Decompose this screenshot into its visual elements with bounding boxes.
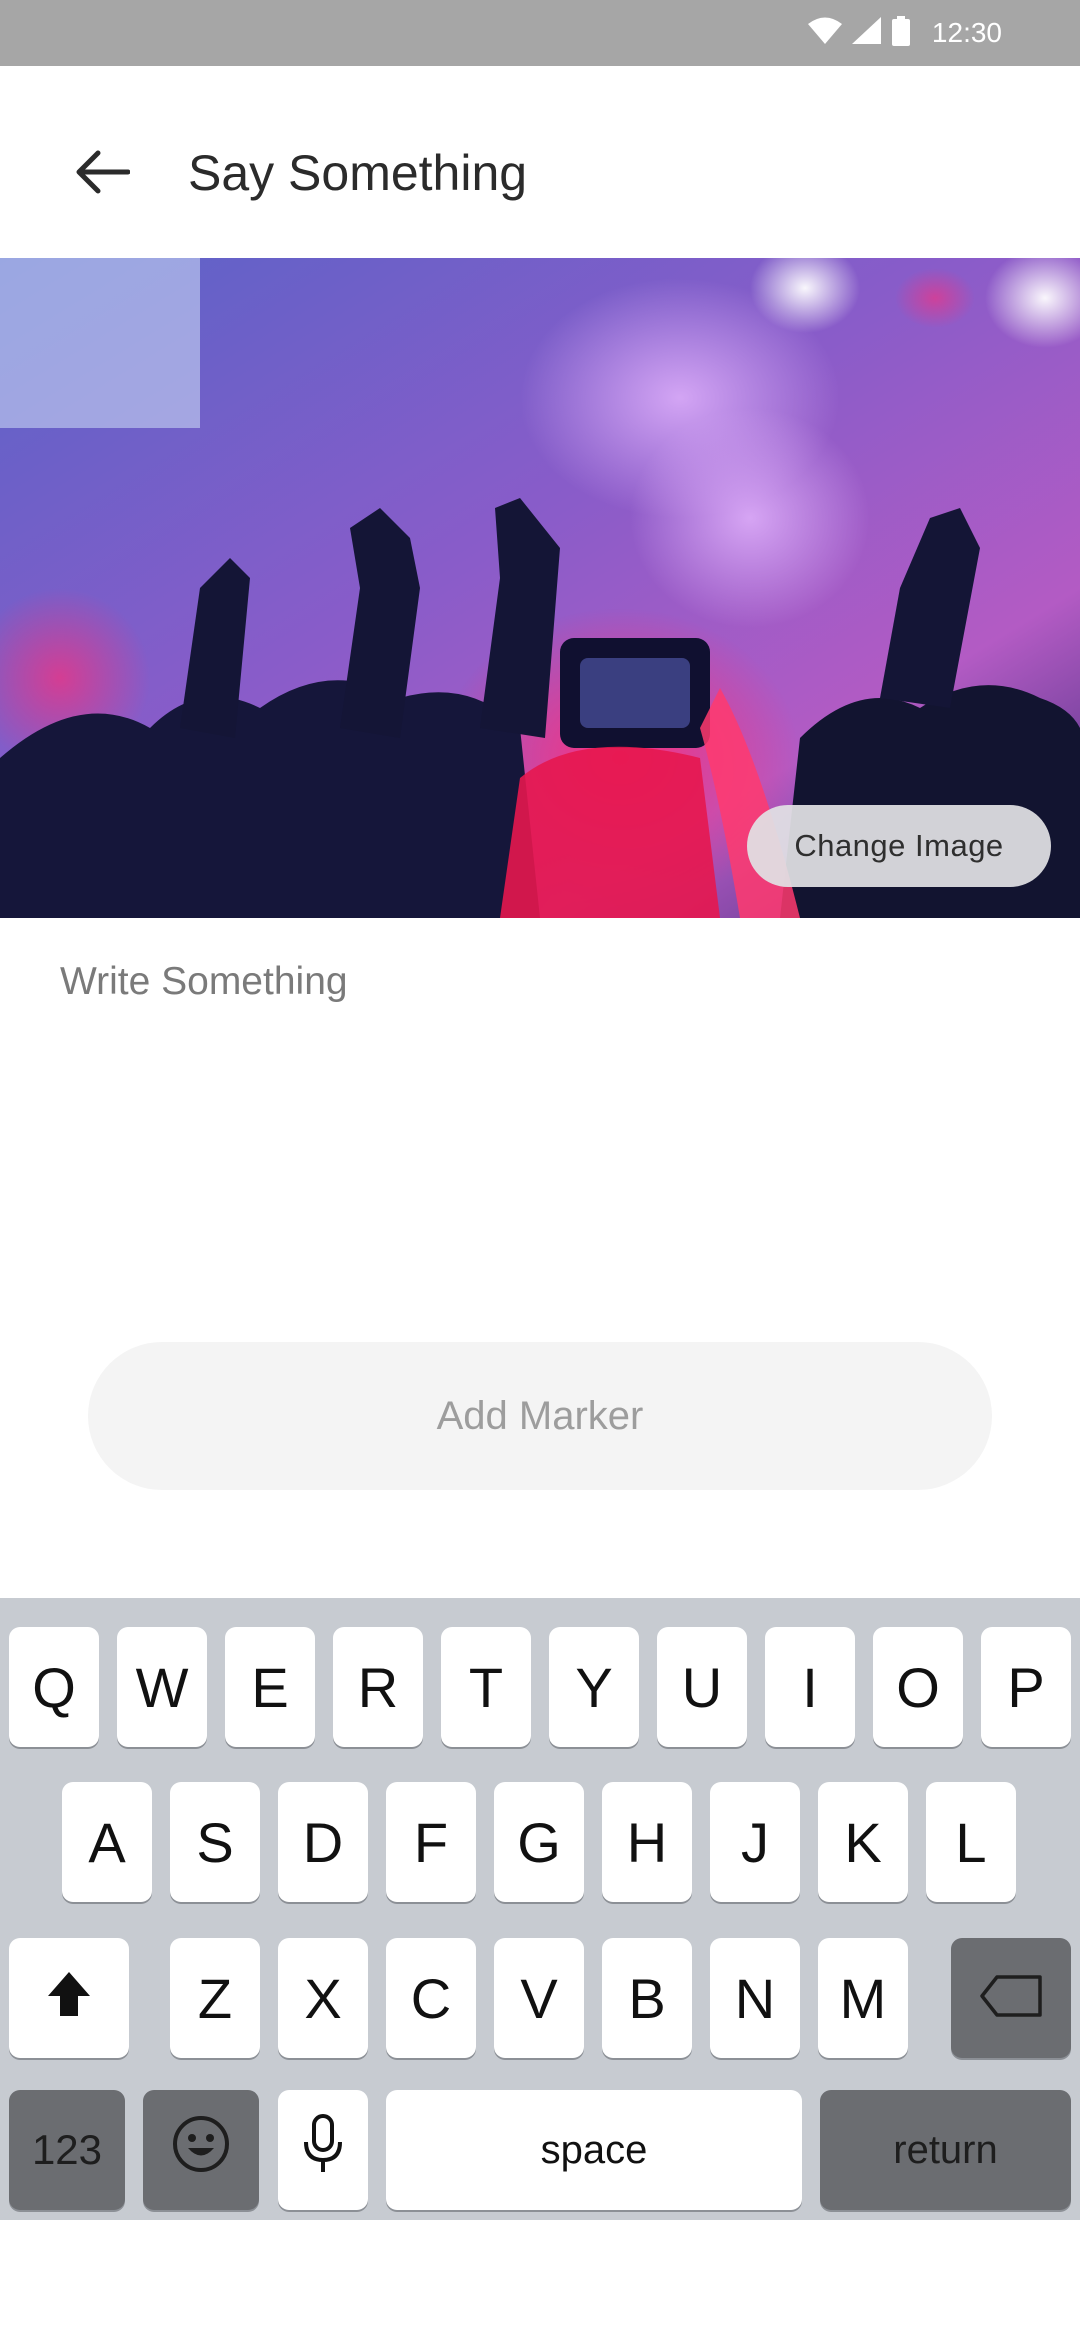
key-n[interactable]: N	[710, 1938, 800, 2058]
back-arrow-icon	[74, 150, 131, 199]
shift-arrow-icon	[46, 1966, 92, 2031]
emoji-key[interactable]	[143, 2090, 259, 2210]
numbers-key[interactable]: 123	[9, 2090, 125, 2210]
key-b[interactable]: B	[602, 1938, 692, 2058]
key-d[interactable]: D	[278, 1782, 368, 1902]
key-h[interactable]: H	[602, 1782, 692, 1902]
space-key[interactable]: space	[386, 2090, 802, 2210]
key-o[interactable]: O	[873, 1627, 963, 1747]
emoji-icon	[172, 2115, 230, 2186]
key-p[interactable]: P	[981, 1627, 1071, 1747]
key-u[interactable]: U	[657, 1627, 747, 1747]
app-bar: Say Something	[0, 66, 1080, 258]
status-bar: 12:30	[0, 0, 1080, 66]
key-c[interactable]: C	[386, 1938, 476, 2058]
cellular-signal-icon	[851, 16, 882, 50]
back-button[interactable]	[62, 134, 142, 214]
key-a[interactable]: A	[62, 1782, 152, 1902]
key-l[interactable]: L	[926, 1782, 1016, 1902]
key-k[interactable]: K	[818, 1782, 908, 1902]
key-y[interactable]: Y	[549, 1627, 639, 1747]
key-r[interactable]: R	[333, 1627, 423, 1747]
key-i[interactable]: I	[765, 1627, 855, 1747]
key-z[interactable]: Z	[170, 1938, 260, 2058]
key-v[interactable]: V	[494, 1938, 584, 2058]
key-x[interactable]: X	[278, 1938, 368, 2058]
write-something-input[interactable]: Write Something	[60, 960, 1020, 1290]
key-w[interactable]: W	[117, 1627, 207, 1747]
key-q[interactable]: Q	[9, 1627, 99, 1747]
microphone-key[interactable]	[278, 2090, 368, 2210]
key-e[interactable]: E	[225, 1627, 315, 1747]
key-f[interactable]: F	[386, 1782, 476, 1902]
add-marker-button[interactable]: Add Marker	[88, 1342, 992, 1490]
return-key[interactable]: return	[820, 2090, 1071, 2210]
key-j[interactable]: J	[710, 1782, 800, 1902]
key-m[interactable]: M	[818, 1938, 908, 2058]
key-s[interactable]: S	[170, 1782, 260, 1902]
key-t[interactable]: T	[441, 1627, 531, 1747]
backspace-icon	[979, 1966, 1043, 2031]
battery-icon	[891, 15, 910, 51]
backspace-key[interactable]	[951, 1938, 1071, 2058]
status-icons: 12:30	[807, 0, 1002, 66]
keyboard: Q W E R T Y U I O P A S D F G H J K L Z …	[0, 1598, 1080, 2220]
shift-key[interactable]	[9, 1938, 129, 2058]
wifi-icon	[807, 17, 842, 50]
page-title: Say Something	[188, 145, 528, 201]
key-g[interactable]: G	[494, 1782, 584, 1902]
bottom-spacer	[0, 2220, 1080, 2340]
status-time: 12:30	[931, 17, 1002, 48]
microphone-icon	[303, 2113, 343, 2187]
change-image-button[interactable]: Change Image	[747, 805, 1051, 887]
